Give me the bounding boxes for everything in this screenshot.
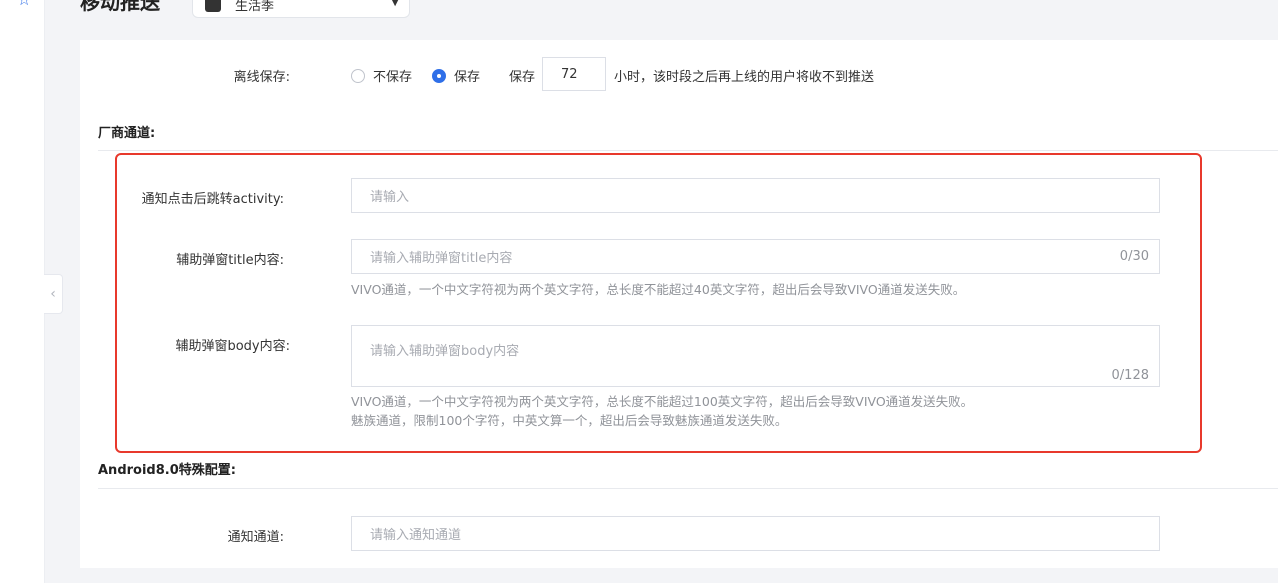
app-selector[interactable]: 生活季 ▼: [192, 0, 410, 18]
divider: [98, 150, 1278, 151]
radio-save-dot[interactable]: [432, 68, 446, 83]
left-rail: ☆: [0, 0, 45, 583]
collapse-sidebar-button[interactable]: ‹: [44, 274, 63, 314]
chevron-left-icon: ‹: [50, 286, 56, 302]
app-avatar-icon: [205, 0, 221, 12]
radio-not-save[interactable]: 不保存: [351, 66, 412, 85]
offline-save-label: 离线保存:: [233, 70, 290, 85]
android8-title: Android8.0特殊配置:: [98, 463, 236, 478]
hours-input[interactable]: 72: [542, 57, 606, 91]
star-icon[interactable]: ☆: [17, 0, 31, 9]
page-title: 移动推送: [80, 0, 160, 14]
highlight-annotation-box: [115, 153, 1202, 453]
channel-label: 通知通道:: [227, 530, 284, 545]
save-prefix: 保存: [509, 70, 536, 85]
radio-not-save-label: 不保存: [373, 70, 413, 85]
app-selector-value: 生活季: [235, 0, 275, 14]
divider: [98, 488, 1278, 489]
radio-not-save-dot[interactable]: [351, 68, 365, 83]
radio-save[interactable]: 保存: [432, 66, 480, 85]
hours-suffix: 小时，该时段之后再上线的用户将收不到推送: [614, 70, 875, 85]
radio-save-label: 保存: [454, 70, 481, 85]
vendor-channel-title: 厂商通道:: [98, 126, 156, 141]
channel-placeholder: 请输入通知通道: [370, 528, 462, 543]
channel-input[interactable]: 请输入通知通道: [351, 516, 1160, 551]
chevron-down-icon: ▼: [391, 0, 399, 8]
